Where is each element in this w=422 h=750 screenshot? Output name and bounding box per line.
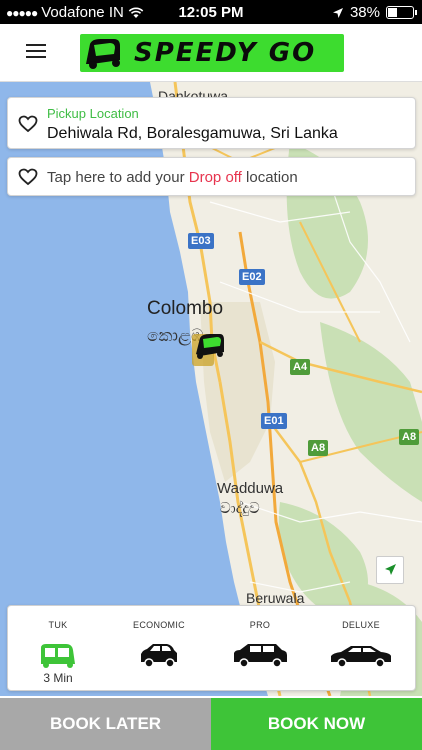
road-shield-a8-right: A8 [399,429,420,445]
heart-icon[interactable] [18,115,38,133]
my-location-button[interactable] [376,556,404,584]
dropoff-prompt-prefix: Tap here to add your [47,169,189,186]
pickup-label: Pickup Location [47,106,139,121]
map-label-beruwala: Beruwala [246,590,305,606]
tuk-location-marker-icon [192,334,224,366]
pickup-location-card[interactable]: Pickup Location Dehiwala Rd, Boralesgamu… [7,97,416,149]
tuk-tuk-icon [41,644,75,668]
menu-line [26,44,46,46]
road-shield-e01: E01 [261,413,287,429]
map-label-colombo: Colombo [147,298,224,319]
heart-icon[interactable] [18,168,38,186]
book-later-button[interactable]: BOOK LATER [0,698,211,750]
status-right: 38% [332,4,417,21]
vehicle-label: ECONOMIC [133,620,185,630]
vehicle-label: DELUXE [342,620,380,630]
dropoff-prompt-highlight: Drop off [188,169,242,186]
vehicle-option-pro[interactable]: PRO [210,606,310,692]
hamburger-menu-icon[interactable] [26,44,46,60]
vehicle-option-deluxe[interactable]: DELUXE [311,606,411,692]
road-shield-e03: E03 [188,233,214,249]
vehicle-option-tuk[interactable]: TUK 3 Min [8,606,108,692]
status-bar: ●●●●● Vodafone IN 12:05 PM 38% [0,0,422,24]
logo-text: SPEEDY GO [134,38,317,68]
vehicle-eta: 3 Min [43,671,73,685]
suv-car-icon [234,644,287,668]
dropoff-prompt[interactable]: Tap here to add your Drop off location [47,169,298,186]
dropoff-location-card[interactable]: Tap here to add your Drop off location [7,157,416,196]
vehicle-selector: TUK 3 Min ECONOMIC PRO DELUXE [7,605,416,691]
battery-fill [388,8,397,17]
book-now-button[interactable]: BOOK NOW [211,698,422,750]
road-shield-a8-left: A8 [308,440,329,456]
vehicle-label: TUK [48,620,68,630]
map-label-wadduwa-sinhala: වාද්දුව [220,500,260,517]
navigation-arrow-icon [385,564,396,575]
sedan-car-icon [331,646,391,668]
hatchback-car-icon [141,644,177,668]
app-header: SPEEDY GO [0,24,422,82]
vehicle-label: PRO [249,620,271,630]
menu-line [26,56,46,58]
battery-icon [386,6,417,19]
battery-percent: 38% [349,4,380,21]
location-arrow-icon [332,7,343,18]
map-label-wadduwa: Wadduwa [217,480,284,497]
dropoff-prompt-suffix: location [241,169,298,186]
road-shield-e02: E02 [239,269,265,285]
speedygo-logo: SPEEDY GO [80,34,344,72]
logo-tuk-mark-icon [86,39,120,69]
menu-line [26,50,46,52]
vehicle-option-economic[interactable]: ECONOMIC [109,606,209,692]
pickup-address[interactable]: Dehiwala Rd, Boralesgamuwa, Sri Lanka [47,125,338,143]
road-shield-a4: A4 [290,359,311,375]
